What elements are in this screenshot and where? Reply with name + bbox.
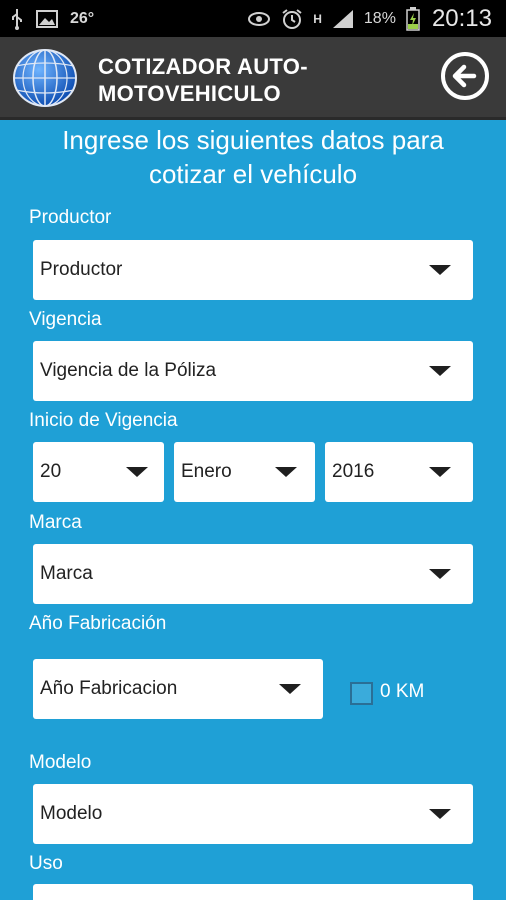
globe-icon: [12, 48, 78, 108]
inicio-year-select[interactable]: 2016: [325, 442, 473, 502]
vigencia-label: Vigencia: [29, 309, 102, 330]
back-button[interactable]: [439, 50, 491, 102]
chevron-down-icon: [126, 467, 148, 477]
marca-select[interactable]: Marca: [33, 544, 473, 604]
inicio-vigencia-label: Inicio de Vigencia: [29, 410, 178, 431]
anio-fabricacion-value: Año Fabricacion: [40, 678, 178, 699]
form-heading-line2: cotizar el vehículo: [148, 159, 358, 189]
signal-icon: [332, 9, 354, 29]
vigencia-select[interactable]: Vigencia de la Póliza: [33, 341, 473, 401]
modelo-value: Modelo: [40, 803, 103, 824]
inicio-year-value: 2016: [332, 461, 375, 482]
usb-icon: [10, 8, 24, 30]
back-arrow-icon: [441, 52, 489, 100]
image-icon: [36, 9, 58, 28]
clock-text: 20:13: [431, 4, 492, 32]
app-title-line1: COTIZADOR AUTO-: [98, 54, 308, 79]
chevron-down-icon: [275, 467, 297, 477]
alarm-clock-icon: [281, 8, 303, 30]
modelo-label: Modelo: [29, 752, 92, 773]
marca-label: Marca: [29, 512, 82, 533]
productor-select[interactable]: Productor: [33, 240, 473, 300]
marca-value: Marca: [40, 563, 93, 584]
chevron-down-icon: [429, 366, 451, 376]
uso-select[interactable]: [33, 884, 473, 900]
status-bar: 26° H 18% 20:13: [0, 0, 506, 37]
chevron-down-icon: [429, 467, 451, 477]
chevron-down-icon: [429, 569, 451, 579]
eye-icon: [247, 11, 271, 27]
temperature-text: 26°: [70, 9, 95, 27]
uso-label: Uso: [29, 853, 63, 874]
chevron-down-icon: [429, 809, 451, 819]
app-title: COTIZADOR AUTO- MOTOVEHICULO: [98, 53, 308, 107]
app-bar: COTIZADOR AUTO- MOTOVEHICULO: [0, 37, 506, 120]
battery-percent-text: 18%: [363, 9, 396, 27]
zero-km-checkbox[interactable]: [350, 682, 373, 705]
form-heading-line1: Ingrese los siguientes datos para: [62, 125, 444, 155]
vigencia-value: Vigencia de la Póliza: [40, 360, 217, 381]
status-bar-left: 26°: [10, 0, 94, 37]
inicio-day-select[interactable]: 20: [33, 442, 164, 502]
inicio-day-value: 20: [40, 461, 62, 482]
inicio-month-select[interactable]: Enero: [174, 442, 315, 502]
productor-value: Productor: [40, 259, 123, 280]
modelo-select[interactable]: Modelo: [33, 784, 473, 844]
chevron-down-icon: [429, 265, 451, 275]
battery-charging-icon: [406, 6, 420, 31]
productor-label: Productor: [29, 207, 112, 228]
chevron-down-icon: [279, 684, 301, 694]
network-type-text: H: [313, 11, 322, 26]
app-title-line2: MOTOVEHICULO: [98, 81, 281, 106]
zero-km-label[interactable]: 0 KM: [380, 681, 424, 703]
anio-fabricacion-select[interactable]: Año Fabricacion: [33, 659, 323, 719]
form-heading: Ingrese los siguientes datos para cotiza…: [0, 123, 506, 191]
anio-fabricacion-label: Año Fabricación: [29, 613, 167, 634]
inicio-month-value: Enero: [181, 461, 232, 482]
status-bar-right: H 18% 20:13: [247, 0, 492, 37]
